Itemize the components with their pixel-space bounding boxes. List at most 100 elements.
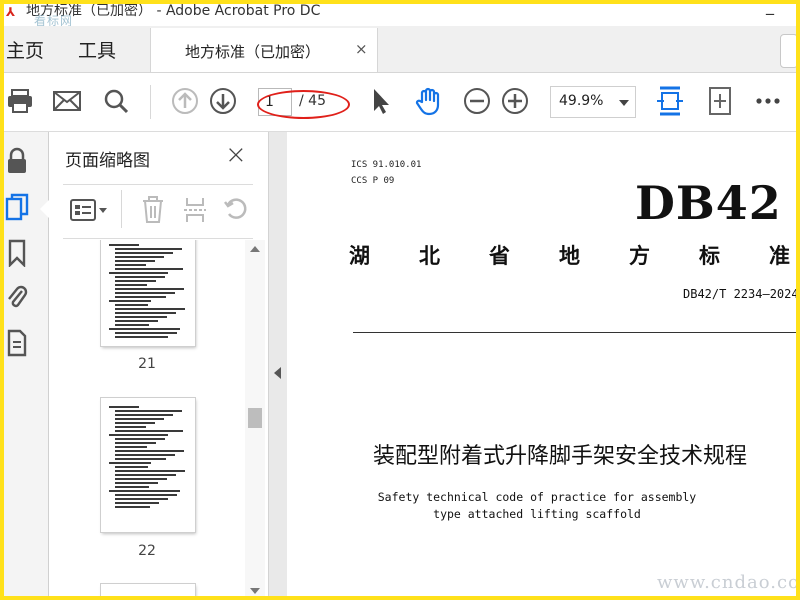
panel-tool-separator: [121, 190, 122, 228]
doc-title-en-1: Safety technical code of practice for as…: [377, 490, 697, 504]
thumbnail-text-line: [115, 248, 182, 250]
app-window: ⅄ 地方标准（已加密） - Adobe Acrobat Pro DC _ 看标网…: [4, 4, 796, 596]
hand-tool-icon[interactable]: [412, 85, 444, 117]
page-thumbnail[interactable]: [101, 398, 195, 532]
thumbnail-options-icon[interactable]: [69, 198, 109, 226]
thumbnail-text-line: [115, 276, 165, 278]
zoom-select[interactable]: 49.9%: [550, 86, 636, 118]
lock-icon[interactable]: [4, 146, 30, 176]
tab-scroll-button[interactable]: [780, 34, 796, 68]
full-screen-icon[interactable]: [704, 85, 736, 117]
thumbnail-text-line: [109, 328, 180, 330]
thumbnail-text-line: [115, 494, 177, 496]
zoom-value: 49.9%: [559, 93, 604, 109]
thumbnail-text-line: [115, 502, 159, 504]
thumbnail-text-line: [109, 300, 151, 302]
zoom-out-icon[interactable]: [461, 85, 493, 117]
menu-tab-row: 主页 工具 地方标准（已加密） ×: [4, 26, 796, 73]
scroll-up-arrow[interactable]: [250, 246, 260, 252]
thumbnails-panel: 页面缩略图 × 21 22: [49, 132, 267, 596]
thumbnail-text-line: [115, 478, 167, 480]
page-thumbnails-icon[interactable]: [4, 192, 30, 222]
thumbnail-list: 21 22: [49, 240, 245, 596]
thumbnail-text-line: [109, 272, 168, 274]
thumbnail-text-line: [115, 482, 158, 484]
thumbnail-text-line: [115, 260, 155, 262]
thumbnail-text-line: [115, 466, 148, 468]
document-tab[interactable]: 地方标准（已加密） ×: [150, 28, 378, 72]
thumbnail-text-line: [115, 410, 182, 412]
thumbnail-text-line: [115, 442, 156, 444]
fit-width-icon[interactable]: [654, 85, 686, 117]
thumbnail-text-line: [115, 438, 165, 440]
scroll-down-arrow[interactable]: [250, 588, 260, 594]
toolbar-separator: [150, 85, 151, 119]
email-icon[interactable]: [51, 85, 83, 117]
thumbnail-text-line: [109, 462, 151, 464]
doc-title-en-2: type attached lifting scaffold: [433, 507, 641, 521]
menu-tools[interactable]: 工具: [78, 36, 116, 63]
page-up-icon[interactable]: [169, 85, 201, 117]
search-icon[interactable]: [100, 85, 132, 117]
title-bar: ⅄ 地方标准（已加密） - Adobe Acrobat Pro DC _: [4, 4, 796, 26]
print-icon[interactable]: [4, 85, 36, 117]
thumbnail-text-line: [115, 296, 166, 298]
page-thumbnail[interactable]: [101, 584, 195, 596]
watermark-bottom: www.cndao.com: [657, 572, 796, 593]
thumbnail-text-line: [115, 430, 183, 432]
select-cursor-icon[interactable]: [364, 85, 396, 117]
undo-icon[interactable]: [223, 196, 249, 226]
panel-toolbar: [63, 190, 253, 230]
minimize-button[interactable]: _: [766, 4, 774, 15]
thumbnail-text-line: [115, 332, 177, 334]
panel-close-button[interactable]: ×: [225, 140, 247, 170]
delete-page-icon[interactable]: [141, 196, 165, 228]
bookmark-icon[interactable]: [4, 238, 30, 268]
navigation-rail: [4, 132, 49, 596]
more-icon[interactable]: [752, 85, 784, 117]
page-thumbnail[interactable]: [101, 240, 195, 346]
doc-number: DB42/T 2234—2024: [683, 287, 796, 301]
thumbnail-text-line: [115, 454, 175, 456]
thumbnail-text-line: [115, 418, 164, 420]
thumbnail-text-line: [109, 406, 139, 408]
document-icon[interactable]: [4, 328, 30, 358]
thumbnail-text-line: [115, 458, 166, 460]
page-down-icon[interactable]: [207, 85, 239, 117]
thumbnail-text-line: [115, 506, 150, 508]
panel-splitter[interactable]: [268, 132, 288, 596]
thumbnail-text-line: [115, 264, 146, 266]
thumbnail-label: 21: [138, 356, 156, 372]
thumbnail-text-line: [109, 490, 180, 492]
scrollbar-thumb[interactable]: [248, 408, 262, 428]
thumbnail-text-line: [115, 422, 155, 424]
panel-divider: [63, 238, 253, 239]
thumbnail-scrollbar[interactable]: [245, 240, 265, 596]
panel-title: 页面缩略图: [65, 151, 150, 171]
insert-page-icon[interactable]: [183, 196, 207, 228]
thumbnail-text-line: [115, 304, 148, 306]
zoom-in-icon[interactable]: [499, 85, 531, 117]
thumbnail-text-line: [115, 324, 149, 326]
thumbnail-text-line: [115, 252, 173, 254]
document-tab-label: 地方标准（已加密）: [185, 43, 321, 61]
doc-ics: ICS 91.010.01: [351, 160, 422, 170]
tab-close-button[interactable]: ×: [355, 40, 368, 58]
acrobat-app-icon: ⅄: [6, 5, 16, 19]
thumbnail-text-line: [115, 316, 167, 318]
chevron-down-icon: [619, 100, 629, 106]
thumbnail-text-line: [115, 308, 185, 310]
attachment-icon[interactable]: [4, 282, 30, 312]
thumbnail-text-line: [115, 312, 176, 314]
panel-divider: [63, 184, 253, 185]
highlight-ellipse: [257, 90, 350, 119]
thumbnail-text-line: [115, 284, 147, 286]
doc-ccs: CCS P 09: [351, 176, 395, 186]
thumbnail-text-line: [115, 280, 156, 282]
thumbnail-text-line: [109, 244, 139, 246]
thumbnail-text-line: [115, 256, 164, 258]
collapse-panel-icon[interactable]: [274, 367, 281, 379]
menu-home[interactable]: 主页: [6, 36, 44, 63]
thumbnail-text-line: [115, 320, 158, 322]
document-view[interactable]: ICS 91.010.01 CCS P 09 DB42 湖北省地方标准 DB42…: [287, 132, 796, 596]
